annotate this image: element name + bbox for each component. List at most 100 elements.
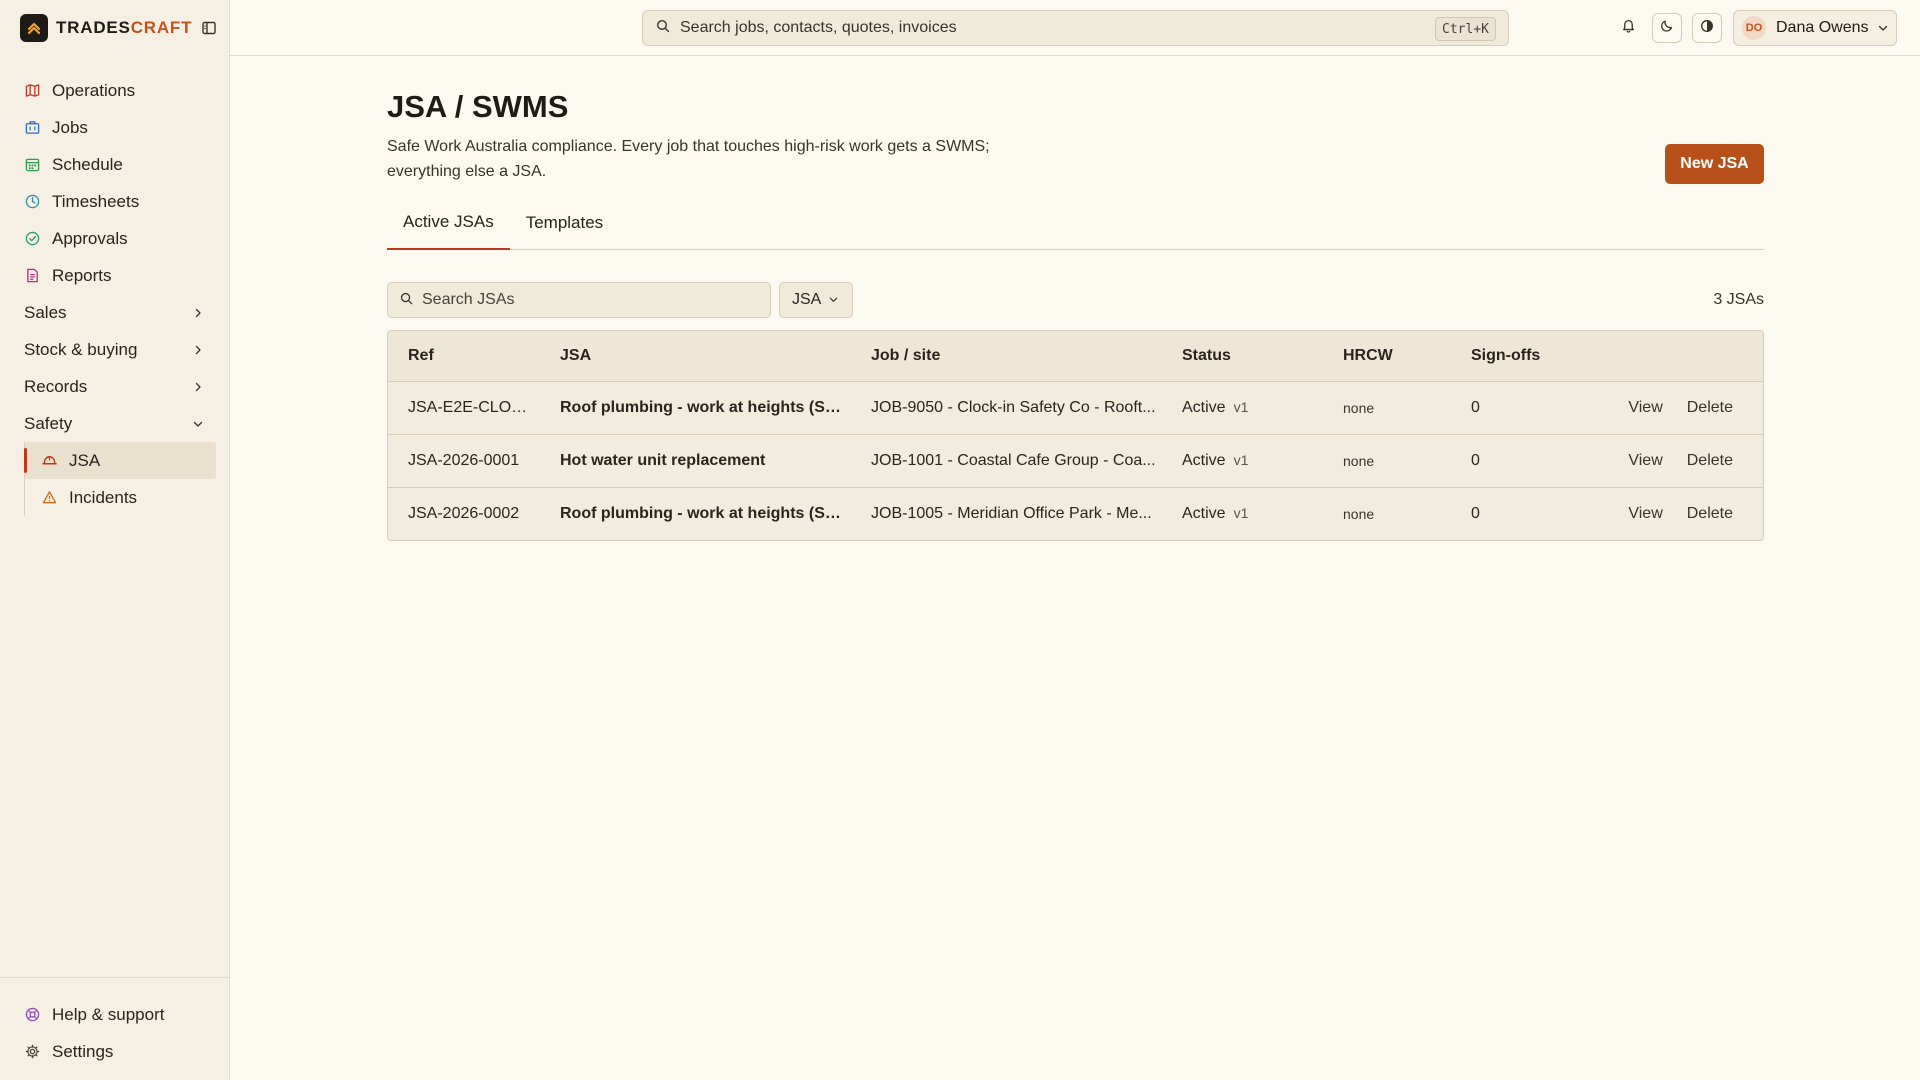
tab-active-jsas[interactable]: Active JSAs (387, 196, 510, 250)
new-jsa-button[interactable]: New JSA (1665, 144, 1764, 184)
jsa-search-input[interactable]: Search JSAs (387, 282, 771, 318)
sidebar-footer: Help & support Settings (0, 977, 229, 1080)
cell-ref: JSA-2026-0002 (408, 505, 520, 522)
cell-status: Active v1 (1182, 505, 1292, 523)
sidebar-item-jsa[interactable]: JSA (24, 442, 216, 479)
sidebar-item-label: Settings (52, 1041, 114, 1061)
sidebar-item-label: Approvals (52, 228, 128, 248)
cell-jsa-title: Hot water unit replacement (560, 452, 766, 469)
row-actions: View Delete (1628, 452, 1733, 470)
delete-button[interactable]: Delete (1687, 399, 1733, 417)
sidebar-item-label: Timesheets (52, 191, 140, 211)
view-button[interactable]: View (1628, 505, 1662, 523)
column-header-hrcw[interactable]: HRCW (1343, 347, 1443, 365)
theme-toggle-button[interactable] (1652, 13, 1682, 43)
sidebar-item-timesheets[interactable]: Timesheets (0, 183, 229, 220)
cell-signoffs: 0 (1471, 505, 1480, 522)
sidebar-item-label: Operations (52, 80, 136, 100)
jsa-count: 3 JSAs (1713, 291, 1764, 308)
sidebar-group-label: Stock & buying (24, 339, 138, 359)
cell-status: Active v1 (1182, 452, 1292, 470)
calendar-icon (24, 157, 40, 173)
gear-icon (24, 1044, 40, 1060)
sidebar-item-jobs[interactable]: Jobs (0, 109, 229, 146)
user-menu-button[interactable]: DO Dana Owens (1733, 10, 1897, 46)
sidebar-group-label: Records (24, 376, 88, 396)
column-header-job[interactable]: Job / site (871, 347, 1161, 365)
document-icon (24, 268, 40, 284)
table-row[interactable]: JSA-2026-0001 Hot water unit replacement… (388, 434, 1763, 487)
cell-job-site: JOB-9050 - Clock-in Safety Co - Rooft... (871, 399, 1156, 416)
sidebar-item-approvals[interactable]: Approvals (0, 220, 229, 257)
lifebuoy-icon (24, 1007, 40, 1023)
safety-submenu: JSA Incidents (24, 442, 229, 516)
search-icon (656, 18, 670, 38)
version-badge: v1 (1233, 399, 1249, 415)
cell-ref: JSA-E2E-CLOC... (408, 399, 533, 416)
sidebar-item-label: Reports (52, 265, 112, 285)
clock-icon (24, 194, 40, 210)
warning-icon (41, 490, 57, 506)
table-row[interactable]: JSA-2026-0002 Roof plumbing - work at he… (388, 487, 1763, 540)
sidebar-item-schedule[interactable]: Schedule (0, 146, 229, 183)
sidebar-item-incidents[interactable]: Incidents (25, 479, 216, 516)
sidebar-item-label: Incidents (69, 487, 138, 507)
sidebar-group-sales[interactable]: Sales (0, 294, 229, 331)
tab-templates[interactable]: Templates (510, 196, 619, 250)
global-search-input[interactable]: Search jobs, contacts, quotes, invoices … (642, 10, 1509, 46)
sidebar-item-operations[interactable]: Operations (0, 72, 229, 109)
status-text: Active (1182, 452, 1226, 469)
page-title: JSA / SWMS (387, 89, 569, 124)
sidebar-item-label: Help & support (52, 1004, 165, 1024)
sidebar-item-settings[interactable]: Settings (0, 1033, 229, 1070)
cell-hrcw: none (1343, 453, 1375, 469)
cell-jsa-title: Roof plumbing - work at heights (SW... (560, 505, 850, 522)
cell-signoffs: 0 (1471, 399, 1480, 416)
table-row[interactable]: JSA-E2E-CLOC... Roof plumbing - work at … (388, 381, 1763, 434)
chevron-right-icon (193, 303, 203, 323)
sidebar-group-safety[interactable]: Safety (0, 405, 229, 442)
view-button[interactable]: View (1628, 452, 1662, 470)
view-button[interactable]: View (1628, 399, 1662, 417)
sidebar-item-help[interactable]: Help & support (0, 996, 229, 1033)
building-icon (24, 120, 40, 136)
cell-jsa-title: Roof plumbing - work at heights (SW... (560, 399, 850, 416)
delete-button[interactable]: Delete (1687, 452, 1733, 470)
version-badge: v1 (1233, 505, 1249, 521)
topbar: Search jobs, contacts, quotes, invoices … (230, 0, 1920, 56)
version-badge: v1 (1233, 452, 1249, 468)
cell-hrcw: none (1343, 400, 1375, 416)
sidebar-nav: Operations Jobs Schedule Timesheets Appr… (0, 56, 229, 516)
type-filter-dropdown[interactable]: JSA (779, 282, 853, 318)
sidebar-collapse-icon[interactable] (201, 20, 217, 36)
sidebar-group-label: Safety (24, 413, 73, 433)
moon-icon (1660, 18, 1674, 38)
column-header-ref[interactable]: Ref (408, 347, 533, 365)
sidebar-item-reports[interactable]: Reports (0, 257, 229, 294)
bell-icon (1621, 18, 1636, 38)
sidebar-item-label: JSA (69, 450, 101, 470)
sidebar: TRADESCRAFT Operations Jobs Schedule Tim… (0, 0, 230, 1080)
contrast-button[interactable] (1692, 13, 1722, 43)
delete-button[interactable]: Delete (1687, 505, 1733, 523)
map-icon (24, 83, 40, 99)
row-actions: View Delete (1628, 505, 1733, 523)
brand-name: TRADESCRAFT (56, 18, 193, 37)
chevron-right-icon (193, 340, 203, 360)
sidebar-group-label: Sales (24, 302, 67, 322)
jsa-search-placeholder: Search JSAs (422, 291, 515, 308)
column-header-status[interactable]: Status (1182, 347, 1292, 365)
cell-hrcw: none (1343, 506, 1375, 522)
user-name: Dana Owens (1776, 19, 1869, 36)
chevron-down-icon (193, 414, 203, 434)
status-text: Active (1182, 505, 1226, 522)
cell-job-site: JOB-1001 - Coastal Cafe Group - Coa... (871, 452, 1156, 469)
column-header-jsa[interactable]: JSA (560, 347, 850, 365)
column-header-signoffs[interactable]: Sign-offs (1471, 347, 1571, 365)
cell-status: Active v1 (1182, 399, 1292, 417)
sidebar-item-label: Jobs (52, 117, 88, 137)
table-toolbar: Search JSAs JSA 3 JSAs (387, 282, 1764, 318)
sidebar-group-records[interactable]: Records (0, 368, 229, 405)
sidebar-group-stock-buying[interactable]: Stock & buying (0, 331, 229, 368)
notifications-button[interactable] (1613, 13, 1643, 43)
